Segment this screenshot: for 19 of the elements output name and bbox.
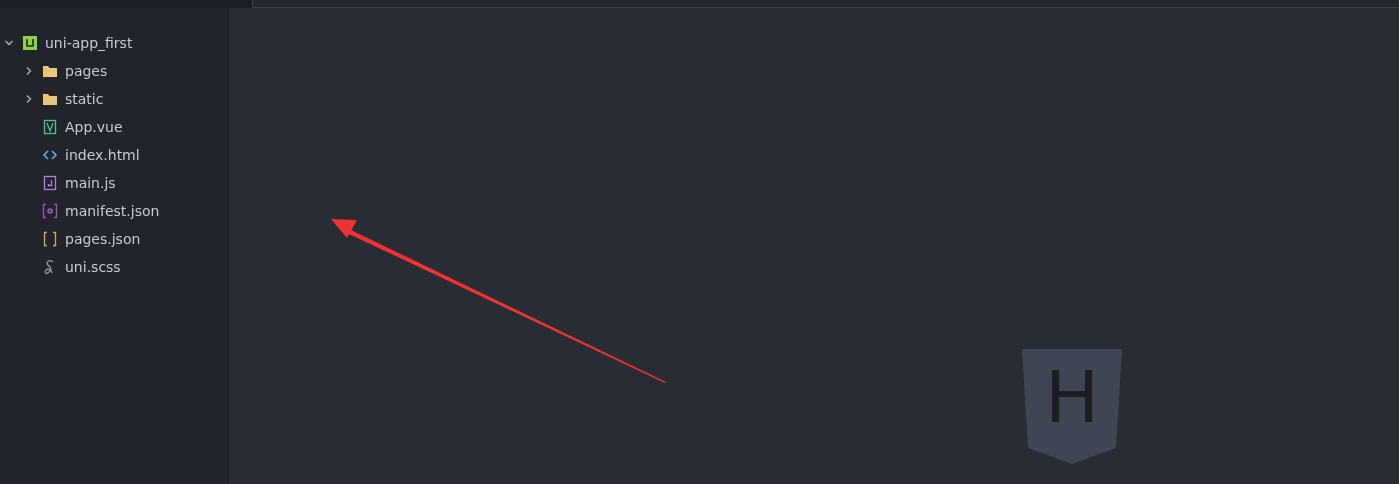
tree-item-label[interactable]: uni-app_first [45, 35, 133, 51]
vue-file-icon [42, 119, 58, 135]
tree-item-label[interactable]: index.html [65, 147, 140, 163]
tree-item-label[interactable]: uni.scss [65, 259, 121, 275]
tree-item-label[interactable]: pages.json [65, 231, 141, 247]
tree-item-label[interactable]: pages [65, 63, 108, 79]
project-icon [22, 35, 38, 51]
chevron-right-icon[interactable] [24, 94, 34, 104]
tree-item-label[interactable]: main.js [65, 175, 116, 191]
folder-icon [42, 91, 58, 107]
gear-file-icon [42, 203, 58, 219]
tree-item-label[interactable]: App.vue [65, 119, 123, 135]
js-file-icon [42, 175, 58, 191]
tree-item-label[interactable]: static [65, 91, 104, 107]
tree-item-label[interactable]: manifest.json [65, 203, 160, 219]
chevron-right-icon[interactable] [24, 66, 34, 76]
square-brackets-icon [42, 231, 58, 247]
folder-icon [42, 63, 58, 79]
chevron-down-icon[interactable] [4, 38, 14, 48]
